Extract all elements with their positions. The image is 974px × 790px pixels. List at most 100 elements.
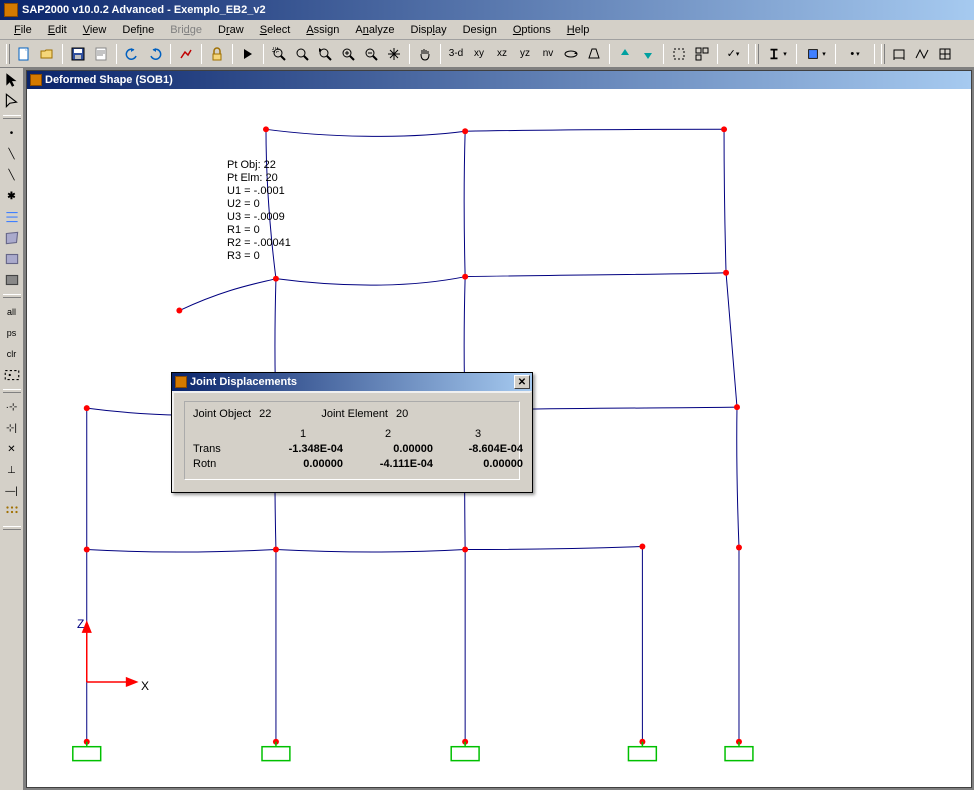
lock-button[interactable]: [206, 43, 228, 65]
reshape-tool[interactable]: [2, 91, 22, 111]
dialog-close-button[interactable]: ✕: [514, 375, 530, 389]
more-dropdown[interactable]: •: [840, 47, 870, 61]
trans-label: Trans: [193, 443, 263, 455]
zoom-window-button[interactable]: [268, 43, 290, 65]
grid-button[interactable]: [934, 43, 956, 65]
snap-intersection[interactable]: ✕: [2, 439, 22, 459]
menu-define[interactable]: Define: [114, 22, 162, 38]
view-3d-button[interactable]: 3-d: [445, 43, 467, 65]
menu-options[interactable]: Options: [505, 22, 559, 38]
pan-button[interactable]: [383, 43, 405, 65]
app-icon: [4, 3, 18, 17]
menu-help[interactable]: Help: [559, 22, 598, 38]
new-button[interactable]: [13, 43, 35, 65]
intersecting-line-select[interactable]: [2, 365, 22, 385]
draw-brace[interactable]: ✱: [2, 186, 22, 206]
axis-z-label: Z: [77, 617, 84, 631]
toolbar: 3-d xy xz yz nv ✓▾ •: [0, 40, 974, 68]
view-title: Deformed Shape (SOB1): [45, 74, 173, 86]
dialog-titlebar[interactable]: Joint Displacements ✕: [172, 373, 532, 391]
col-1-header: 1: [263, 428, 343, 440]
snap-line[interactable]: —|: [2, 481, 22, 501]
toolbar-grip-2[interactable]: [755, 44, 759, 64]
col-2-header: 2: [343, 428, 433, 440]
model-info-button[interactable]: [90, 43, 112, 65]
snap-endpoint[interactable]: ⊹|: [2, 418, 22, 438]
dialog-title: Joint Displacements: [190, 376, 297, 388]
snap-perpendicular[interactable]: ⊥: [2, 460, 22, 480]
side-toolbar: • ╲ ╲ ✱ all ps clr ·⊹ ⊹| ✕ ⊥ —|: [0, 68, 24, 790]
move-up-button[interactable]: [614, 43, 636, 65]
menu-edit[interactable]: Edit: [40, 22, 75, 38]
view-yz-button[interactable]: yz: [514, 43, 536, 65]
app-titlebar: SAP2000 v10.0.2 Advanced - Exemplo_EB2_v…: [0, 0, 974, 20]
menu-assign[interactable]: Assign: [298, 22, 347, 38]
joint-element-value: 20: [396, 408, 408, 420]
set-elements-button[interactable]: ✓▾: [722, 43, 744, 65]
move-down-button[interactable]: [637, 43, 659, 65]
undo-button[interactable]: [121, 43, 143, 65]
draw-frame[interactable]: ╲: [2, 144, 22, 164]
prev-select-button[interactable]: ps: [2, 323, 22, 343]
section-dropdown[interactable]: [762, 46, 792, 62]
draw-quick-frame[interactable]: ╲: [2, 165, 22, 185]
select-all-button[interactable]: all: [2, 302, 22, 322]
view-icon: [30, 74, 42, 86]
toolbar-grip[interactable]: [6, 44, 10, 64]
redo-button[interactable]: [144, 43, 166, 65]
rotn-label: Rotn: [193, 458, 263, 470]
menu-draw[interactable]: Draw: [210, 22, 252, 38]
view-window: Deformed Shape (SOB1): [26, 70, 972, 788]
menu-select[interactable]: Select: [252, 22, 299, 38]
draw-rect-area[interactable]: [2, 249, 22, 269]
view-xz-button[interactable]: xz: [491, 43, 513, 65]
menubar: File Edit View Define Bridge Draw Select…: [0, 20, 974, 40]
trans-1: -1.348E-04: [263, 443, 343, 455]
menu-analyze[interactable]: Analyze: [347, 22, 402, 38]
zoom-previous-button[interactable]: [314, 43, 336, 65]
joint-element-label: Joint Element: [321, 408, 388, 420]
zoom-out-button[interactable]: [360, 43, 382, 65]
perspective-button[interactable]: [583, 43, 605, 65]
col-3-header: 3: [433, 428, 523, 440]
point-annotation: Pt Obj: 22 Pt Elm: 20 U1 = -.0001 U2 = 0…: [227, 159, 291, 263]
shrink-button[interactable]: [668, 43, 690, 65]
draw-quick-area[interactable]: [2, 270, 22, 290]
view-nv-button[interactable]: nv: [537, 43, 559, 65]
rotn-2: -4.111E-04: [343, 458, 433, 470]
main-area: Deformed Shape (SOB1): [24, 68, 974, 790]
view-titlebar[interactable]: Deformed Shape (SOB1): [27, 71, 971, 89]
refresh-button[interactable]: [175, 43, 197, 65]
dialog-icon: [175, 376, 187, 388]
draw-secondary-beam[interactable]: [2, 207, 22, 227]
view-xy-button[interactable]: xy: [468, 43, 490, 65]
run-button[interactable]: [237, 43, 259, 65]
joint-displacements-dialog: Joint Displacements ✕ Joint Object 22 Jo…: [171, 372, 533, 493]
save-button[interactable]: [67, 43, 89, 65]
display-dropdown[interactable]: [801, 46, 831, 62]
rotn-3: 0.00000: [433, 458, 523, 470]
app-title: SAP2000 v10.0.2 Advanced - Exemplo_EB2_v…: [22, 4, 266, 16]
menu-design[interactable]: Design: [455, 22, 505, 38]
menu-bridge: Bridge: [162, 22, 210, 38]
open-button[interactable]: [36, 43, 58, 65]
object-options-button[interactable]: [691, 43, 713, 65]
model-canvas[interactable]: Pt Obj: 22 Pt Elm: 20 U1 = -.0001 U2 = 0…: [27, 89, 971, 787]
toolbar-grip-3[interactable]: [881, 44, 885, 64]
menu-view[interactable]: View: [75, 22, 115, 38]
draw-special-joint[interactable]: •: [2, 123, 22, 143]
zoom-extents-button[interactable]: [291, 43, 313, 65]
menu-display[interactable]: Display: [403, 22, 455, 38]
pointer-tool[interactable]: [2, 70, 22, 90]
rotate-3d-button[interactable]: [560, 43, 582, 65]
snap-point[interactable]: ·⊹: [2, 397, 22, 417]
truss-button[interactable]: [911, 43, 933, 65]
menu-file[interactable]: File: [6, 22, 40, 38]
zoom-in-button[interactable]: [337, 43, 359, 65]
hand-button[interactable]: [414, 43, 436, 65]
draw-poly-area[interactable]: [2, 228, 22, 248]
trans-2: 0.00000: [343, 443, 433, 455]
clear-select-button[interactable]: clr: [2, 344, 22, 364]
frame-section-button[interactable]: [888, 43, 910, 65]
snap-grid[interactable]: [2, 502, 22, 522]
